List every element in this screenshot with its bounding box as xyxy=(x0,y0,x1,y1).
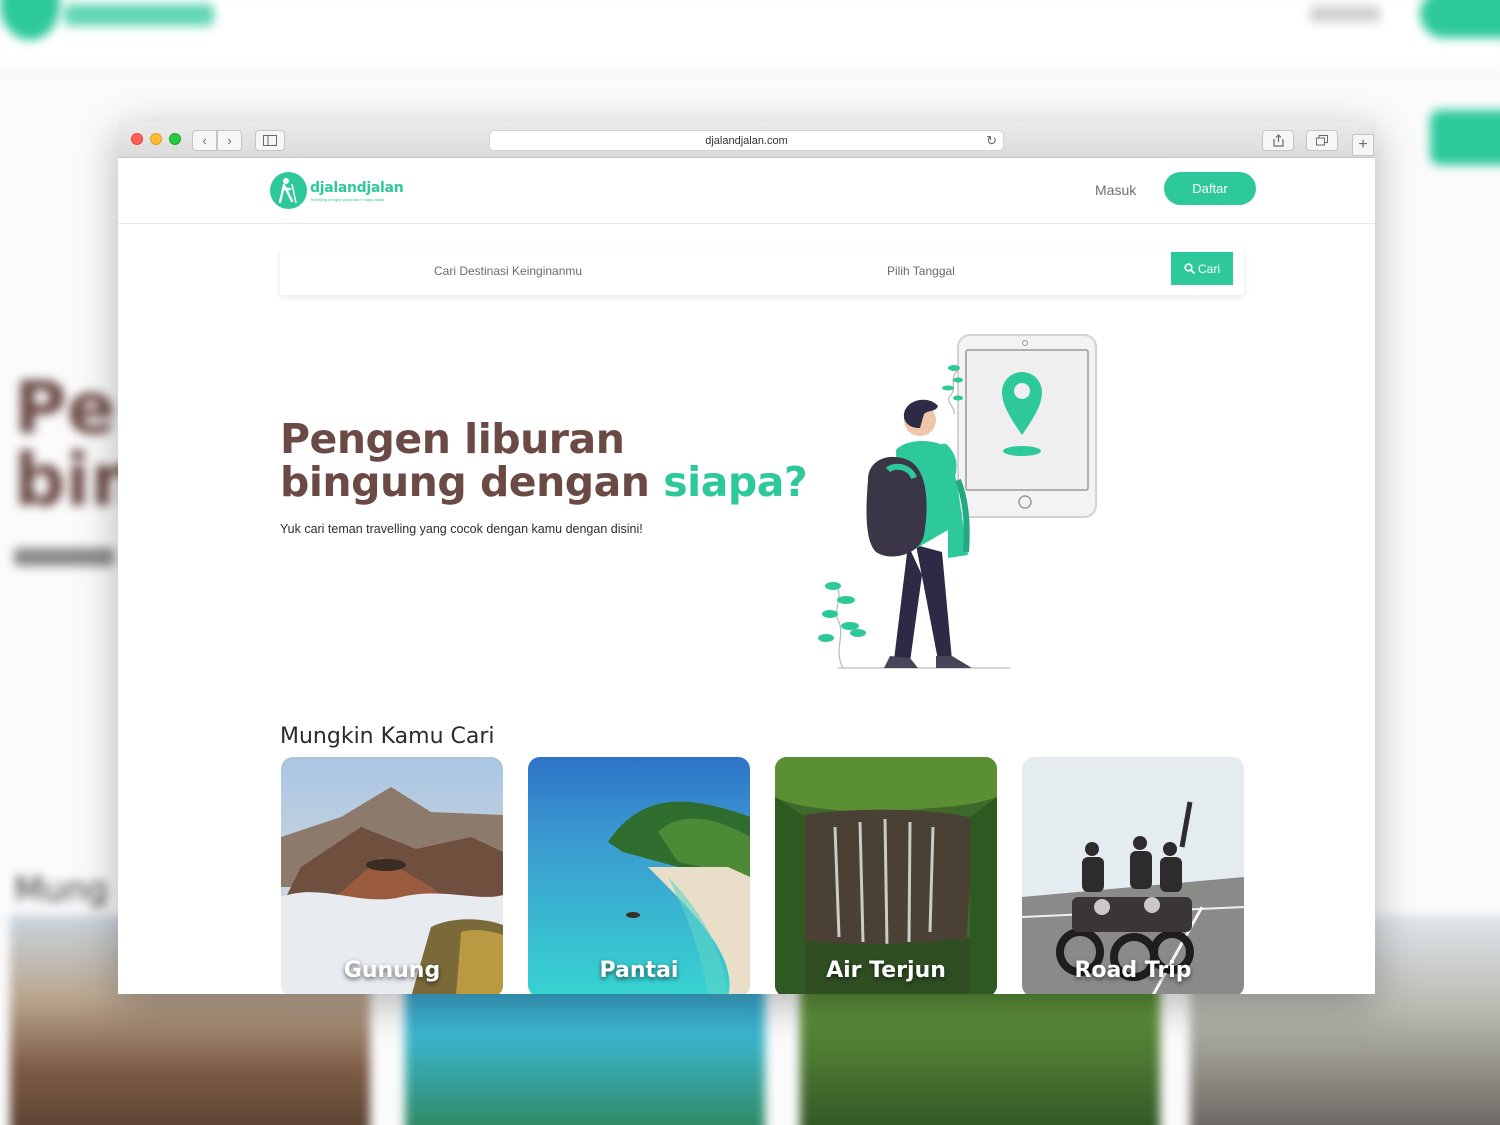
share-icon[interactable] xyxy=(1262,130,1294,151)
card-label-road-trip: Road Trip xyxy=(1074,958,1192,983)
backdrop-subtitle xyxy=(14,548,114,566)
category-card-air-terjun[interactable]: Air Terjun xyxy=(775,757,997,994)
card-label-air-terjun: Air Terjun xyxy=(826,958,946,983)
backdrop-logo-text xyxy=(64,4,214,26)
minimize-window-button[interactable] xyxy=(150,133,162,145)
hero-title-line2: bingung dengan xyxy=(280,458,664,506)
hero-subtitle: Yuk cari teman travelling yang cocok den… xyxy=(280,522,643,536)
card-label-gunung: Gunung xyxy=(343,958,441,983)
register-button[interactable]: Daftar xyxy=(1164,172,1256,205)
logo-tagline: Travelling dengan yang baru? siapa takut… xyxy=(310,196,385,202)
browser-window: ‹ › djalandjalan.com ↻ + djalandjalan Tr… xyxy=(118,122,1375,994)
card-label-pantai: Pantai xyxy=(599,958,679,983)
search-bar: Cari Destinasi Keinginanmu Pilih Tanggal… xyxy=(280,249,1244,295)
category-card-gunung[interactable]: Gunung xyxy=(281,757,503,994)
backdrop-header xyxy=(0,0,1500,70)
logo-name: djalandjalan xyxy=(310,179,404,196)
login-link[interactable]: Masuk xyxy=(1095,182,1136,198)
hero-title-line1: Pengen liburan xyxy=(280,415,625,463)
new-tab-icon[interactable]: + xyxy=(1352,134,1374,156)
destination-input[interactable]: Cari Destinasi Keinginanmu xyxy=(434,264,582,278)
hero-title: Pengen liburan bingung dengan siapa? xyxy=(280,415,808,506)
tabs-overview-icon[interactable] xyxy=(1306,130,1338,151)
maximize-window-button[interactable] xyxy=(169,133,181,145)
url-text: djalandjalan.com xyxy=(705,134,788,147)
site-navbar: djalandjalan Travelling dengan yang baru… xyxy=(118,158,1375,224)
address-bar[interactable]: djalandjalan.com ↻ xyxy=(489,130,1004,151)
date-picker-input[interactable]: Pilih Tanggal xyxy=(887,264,955,278)
logo-traveler-icon xyxy=(270,172,307,209)
backdrop-masuk xyxy=(1310,6,1380,22)
backdrop-search-button xyxy=(1430,110,1500,165)
search-button-label: Cari xyxy=(1197,261,1220,276)
browser-toolbar: ‹ › djalandjalan.com ↻ + xyxy=(118,122,1375,158)
traveler-tablet-illustration xyxy=(818,334,1097,669)
forward-icon[interactable]: › xyxy=(217,130,242,151)
category-card-pantai[interactable]: Pantai xyxy=(528,757,750,994)
category-card-road-trip[interactable]: Road Trip xyxy=(1022,757,1244,994)
search-button[interactable]: Cari xyxy=(1171,252,1233,285)
sidebar-icon[interactable] xyxy=(255,130,285,151)
site-logo[interactable]: djalandjalan Travelling dengan yang baru… xyxy=(270,172,404,209)
backdrop-daftar-button xyxy=(1420,0,1500,38)
hero-title-accent: siapa? xyxy=(663,458,808,506)
backdrop-section-title: Mung xyxy=(14,870,109,910)
close-window-button[interactable] xyxy=(131,133,143,145)
search-icon xyxy=(1184,263,1195,274)
section-title: Mungkin Kamu Cari xyxy=(280,724,495,749)
reload-icon[interactable]: ↻ xyxy=(986,133,997,149)
back-icon[interactable]: ‹ xyxy=(192,130,217,151)
